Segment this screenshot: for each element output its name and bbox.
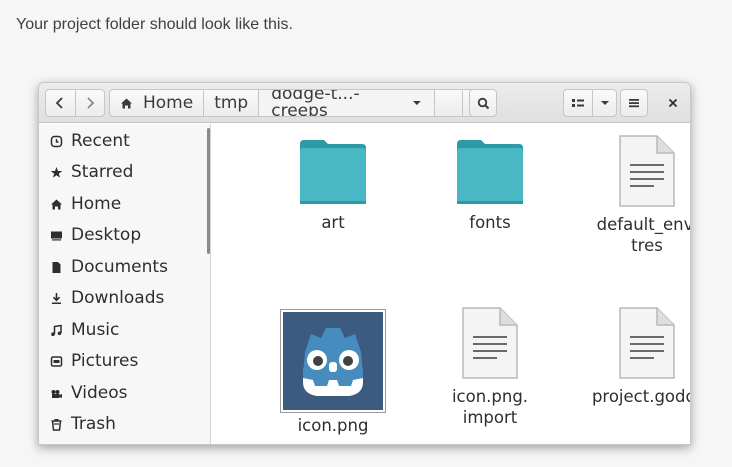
nav-buttons (45, 89, 105, 117)
back-button[interactable] (46, 90, 75, 116)
videos-icon (49, 386, 63, 400)
sidebar-item-videos[interactable]: Videos (49, 380, 199, 406)
path-crumb-current[interactable]: dodge-t...-creeps (259, 89, 436, 117)
folder-icon (300, 140, 366, 204)
chevron-down-icon (600, 101, 609, 105)
sidebar-item-label: Trash (71, 414, 116, 434)
sidebar-item-label: Home (71, 194, 122, 214)
desktop-icon (49, 228, 63, 242)
file-view: art fonts default_env. tres icon.png ico… (212, 124, 690, 444)
path-crumb-label: dodge-t...-creeps (271, 89, 360, 117)
file-name: icon.png (297, 416, 369, 435)
file-name: icon.png. import (451, 387, 529, 427)
list-view-icon (572, 99, 585, 107)
text-document-icon (462, 307, 518, 379)
headerbar: Home tmp dodge-t...-creeps (39, 83, 690, 123)
search-button[interactable] (469, 89, 497, 117)
sidebar-item-label: Desktop (71, 225, 142, 245)
pictures-icon (49, 354, 63, 368)
clock-icon (49, 134, 63, 148)
view-options-button[interactable] (592, 90, 616, 116)
forward-button[interactable] (74, 90, 105, 116)
sidebar-item-trash[interactable]: Trash (49, 411, 199, 437)
godot-logo-icon (283, 312, 383, 410)
path-crumb-tmp[interactable]: tmp (204, 90, 260, 116)
hamburger-menu-icon (629, 99, 639, 108)
path-crumb-label: Home (143, 92, 194, 113)
text-document-icon (619, 307, 675, 379)
home-icon (121, 98, 132, 108)
sidebar-item-home[interactable]: Home (49, 191, 199, 217)
file-name: project.godot (591, 387, 690, 406)
sidebar-item-label: Pictures (71, 351, 139, 371)
menu-button[interactable] (620, 89, 648, 117)
file-item-icon-png-import[interactable]: icon.png. import (425, 306, 555, 428)
file-name: art (321, 213, 345, 232)
sidebar-item-desktop[interactable]: Desktop (49, 222, 199, 248)
star-icon (49, 165, 63, 179)
sidebar-item-pictures[interactable]: Pictures (49, 348, 199, 374)
list-view-button[interactable] (564, 90, 592, 116)
sidebar: Recent Starred Home Desktop Documents Do… (39, 124, 211, 444)
document-icon (49, 260, 63, 274)
trash-icon (49, 417, 63, 431)
sidebar-item-label: Documents (71, 257, 168, 277)
intro-text: Your project folder should look like thi… (16, 16, 293, 33)
file-item-icon-png[interactable]: icon.png (268, 309, 398, 436)
home-icon (49, 197, 63, 211)
chevron-down-icon (413, 101, 422, 105)
search-icon (477, 97, 489, 109)
chevron-right-icon (87, 97, 95, 109)
sidebar-item-label: Videos (71, 383, 128, 403)
file-item-project-godot[interactable]: project.godot (582, 306, 690, 407)
sidebar-item-documents[interactable]: Documents (49, 254, 199, 280)
file-item-default-env-tres[interactable]: default_env. tres (582, 134, 691, 256)
path-bar: Home tmp dodge-t...-creeps (109, 89, 487, 117)
music-icon (49, 323, 63, 337)
file-item-fonts[interactable]: fonts (425, 138, 555, 233)
sidebar-item-downloads[interactable]: Downloads (49, 285, 199, 311)
godot-thumbnail (280, 309, 386, 413)
close-button[interactable] (659, 89, 687, 117)
sidebar-item-label: Starred (71, 162, 134, 182)
sidebar-item-music[interactable]: Music (49, 317, 199, 343)
path-crumb-spacer[interactable] (435, 90, 464, 116)
file-name: default_env. tres (596, 215, 691, 255)
sidebar-scrollbar[interactable] (207, 128, 210, 254)
chevron-left-icon (55, 97, 63, 109)
text-document-icon (619, 135, 675, 207)
sidebar-item-label: Recent (71, 131, 130, 151)
file-manager-window: Home tmp dodge-t...-creeps Recent Starre… (38, 82, 691, 445)
sidebar-item-recent[interactable]: Recent (49, 128, 199, 154)
path-crumb-label: tmp (214, 92, 249, 113)
folder-icon (457, 140, 523, 204)
sidebar-item-starred[interactable]: Starred (49, 159, 199, 185)
close-icon (668, 98, 678, 108)
path-crumb-home[interactable]: Home (110, 90, 205, 116)
file-item-art[interactable]: art (268, 138, 398, 233)
file-name: fonts (469, 213, 511, 232)
view-toggle (563, 89, 617, 117)
download-icon (49, 291, 63, 305)
sidebar-item-label: Music (71, 320, 120, 340)
sidebar-item-label: Downloads (71, 288, 165, 308)
